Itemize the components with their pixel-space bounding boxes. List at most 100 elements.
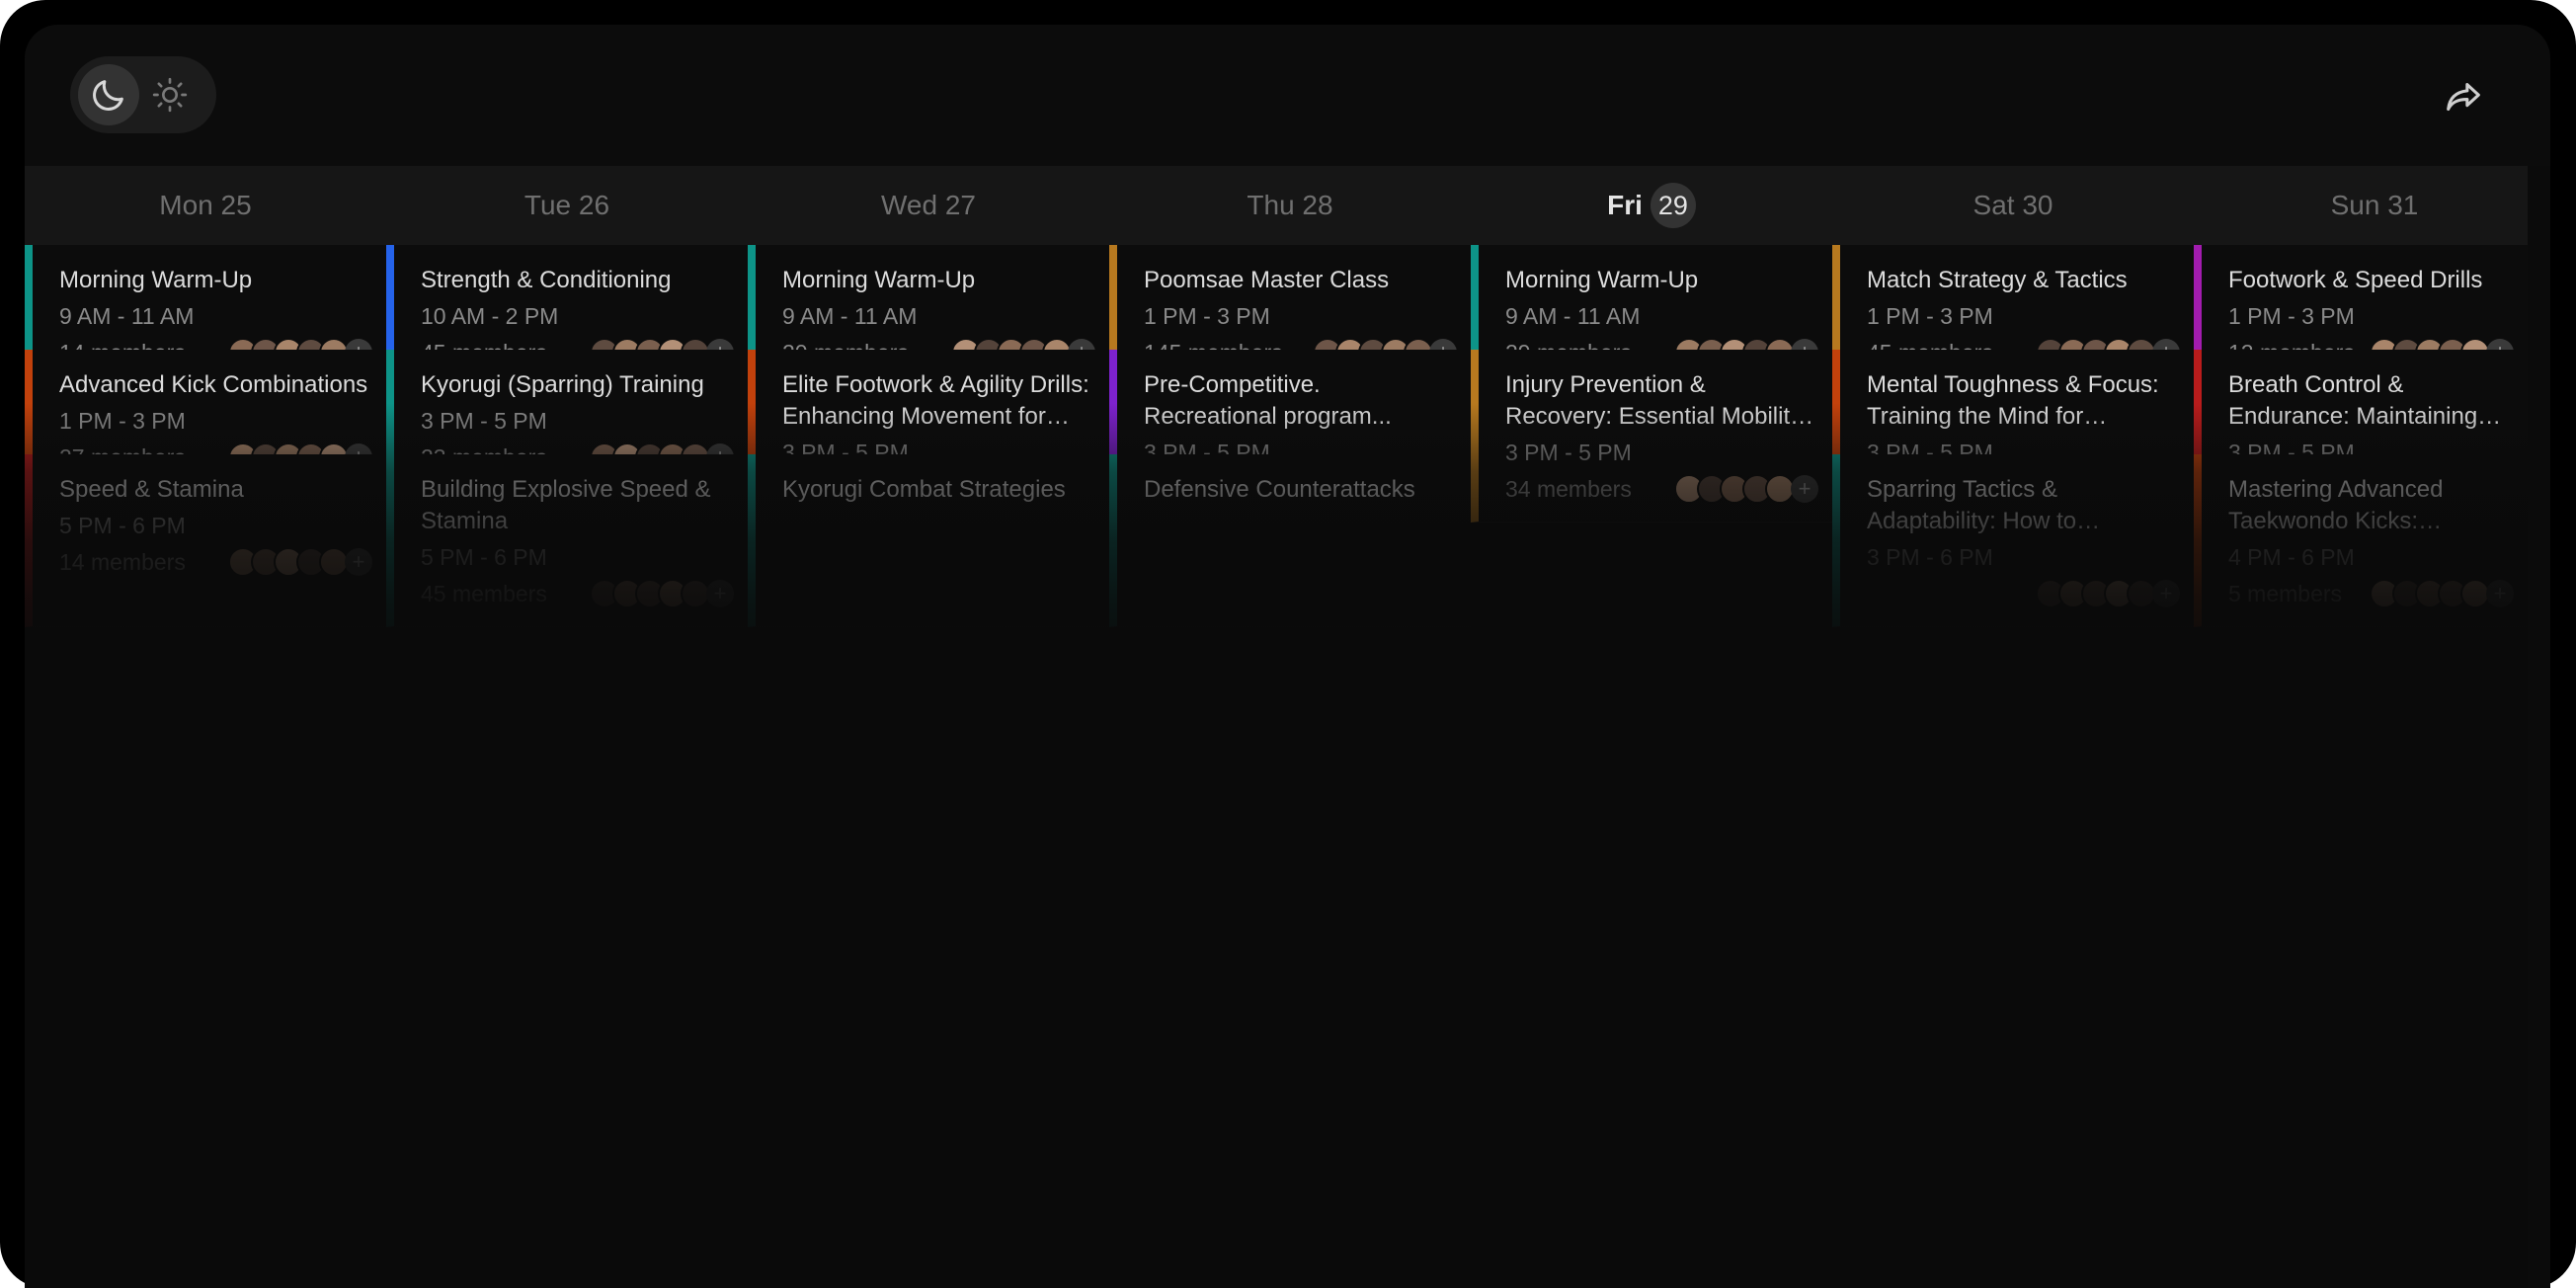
event-title: Pre-Competitive. Recreational program... <box>1144 371 1392 430</box>
scroll-edge <box>2528 166 2550 1288</box>
event-time: 1 PM - 3 PM <box>1144 303 1270 329</box>
day-column-4: Morning Warm-Up9 AM - 11 AM29 members+In… <box>1471 245 1832 1288</box>
event-card[interactable]: Kyorugi Combat Strategies <box>748 454 1109 627</box>
event-title: Kyorugi Combat Strategies <box>782 476 1066 503</box>
event-members-row: + <box>1867 579 2180 608</box>
event-title: Strength & Conditioning <box>421 267 672 293</box>
day-label: Sun 31 <box>2330 190 2419 220</box>
event-card[interactable]: Sparring Tactics & Adaptability: How to … <box>1832 454 2194 627</box>
event-title: Mastering Advanced Taekwondo Kicks: Prec… <box>2228 476 2444 534</box>
event-title: Speed & Stamina <box>59 476 244 503</box>
event-time: 5 PM - 6 PM <box>59 513 186 538</box>
event-time: 4 PM - 6 PM <box>2228 544 2355 570</box>
event-title: Morning Warm-Up <box>59 267 253 293</box>
event-time: 10 AM - 2 PM <box>421 303 559 329</box>
member-avatars[interactable]: + <box>2036 579 2180 608</box>
member-avatars[interactable]: + <box>1674 474 1818 504</box>
day-label: Tue 26 <box>523 190 610 220</box>
event-members-row: 5 members + <box>2228 579 2514 608</box>
add-member-icon[interactable]: + <box>1791 475 1818 503</box>
event-time: 9 AM - 11 AM <box>59 303 195 329</box>
event-members-row <box>1144 514 1457 543</box>
day-label: Thu 28 <box>1247 190 1333 220</box>
member-count: 14 members <box>59 548 186 575</box>
event-title: Mental Toughness & Focus: Training the M… <box>1867 371 2159 430</box>
event-title: Footwork & Speed Drills <box>2228 267 2483 293</box>
event-title: Defensive Counterattacks <box>1144 476 1415 503</box>
day-header-4[interactable]: Fri 29 <box>1471 166 1832 245</box>
event-time: 3 PM - 5 PM <box>1505 440 1632 465</box>
day-label: Fri <box>1607 190 1643 220</box>
day-label: Mon 25 <box>159 190 252 220</box>
share-button[interactable] <box>2438 72 2489 123</box>
event-card[interactable]: Injury Prevention & Recovery: Essential … <box>1471 350 1832 523</box>
member-avatars[interactable]: + <box>2370 579 2514 608</box>
add-member-icon[interactable]: + <box>345 548 372 576</box>
day-header-6[interactable]: Sun 31 <box>2194 166 2550 245</box>
week-grid: Morning Warm-Up 9 AM - 11 AM 14 members + Ad… <box>25 245 2528 1288</box>
light-mode-button[interactable] <box>139 64 201 125</box>
member-count: 5 members <box>2228 580 2343 606</box>
event-title: Injury Prevention & Recovery: Essential … <box>1505 371 1803 430</box>
day-column-6: Footwork & Speed Drills1 PM - 3 PM12 mem… <box>2194 245 2528 1288</box>
event-card[interactable]: Speed & Stamina 5 PM - 6 PM 14 members + <box>25 454 386 627</box>
member-avatars[interactable]: + <box>590 579 734 608</box>
event-title: Match Strategy & Tactics <box>1867 267 2128 293</box>
event-time: 1 PM - 3 PM <box>59 408 186 434</box>
member-avatars[interactable]: + <box>228 547 372 577</box>
share-arrow-icon <box>2447 83 2480 112</box>
event-title: Sparring Tactics & Adaptability: How to … <box>1867 476 2077 534</box>
add-member-icon[interactable]: + <box>706 580 734 607</box>
week-day-header: Mon 25 Tue 26 Wed 27 Thu 28 Fri 29 Sat 30 Sun 3… <box>25 166 2550 245</box>
add-member-icon[interactable]: + <box>2486 580 2514 607</box>
device-frame: Mon 25 Tue 26 Wed 27 Thu 28 Fri 29 Sat 30 Sun 3… <box>0 0 2576 1288</box>
day-column-5: Match Strategy & Tactics1 PM - 3 PM45 me… <box>1832 245 2194 1288</box>
day-header-3[interactable]: Thu 28 <box>1109 166 1471 245</box>
event-members-row <box>59 861 372 891</box>
event-members-row: 34 members + <box>1505 474 1818 504</box>
event-title: Morning Warm-Up <box>782 267 976 293</box>
member-count: 45 members <box>421 580 547 606</box>
day-label: Wed 27 <box>881 190 976 220</box>
event-title: Advanced Kick Combinations <box>59 371 368 398</box>
event-time: 9 AM - 11 AM <box>782 303 918 329</box>
day-header-5[interactable]: Sat 30 <box>1832 166 2194 245</box>
moon-icon <box>93 80 123 111</box>
add-member-icon[interactable]: + <box>2152 580 2180 607</box>
event-card[interactable]: Defensive Counterattacks <box>1109 454 1471 627</box>
day-column-2: Morning Warm-Up9 AM - 11 AM20 members+El… <box>748 245 1109 1288</box>
day-column-1: Strength & Conditioning 10 AM - 2 PM 45 me… <box>386 245 748 1288</box>
sun-icon <box>152 77 188 113</box>
day-header-2[interactable]: Wed 27 <box>748 166 1109 245</box>
calendar-screen: Mon 25 Tue 26 Wed 27 Thu 28 Fri 29 Sat 30 Sun 3… <box>25 25 2550 1288</box>
dark-mode-button[interactable] <box>78 64 139 125</box>
event-title: Kyorugi (Sparring) Training <box>421 371 704 398</box>
day-column-0: Morning Warm-Up 9 AM - 11 AM 14 members + Ad… <box>25 245 386 1288</box>
event-title: Morning Warm-Up <box>1505 267 1699 293</box>
event-time: 1 PM - 3 PM <box>1867 303 1993 329</box>
event-time: 3 PM - 5 PM <box>421 408 547 434</box>
member-count: 34 members <box>1505 475 1632 502</box>
event-title: Kyorugi <box>59 824 140 850</box>
today-date-badge: 29 <box>1650 183 1696 228</box>
event-members-row: 45 members + <box>421 579 734 608</box>
event-title: Building Explosive Speed & Stamina <box>421 476 711 534</box>
event-time: 5 PM - 6 PM <box>421 544 547 570</box>
theme-toggle[interactable] <box>70 56 216 133</box>
event-time: 1 PM - 3 PM <box>2228 303 2355 329</box>
top-bar <box>25 25 2550 166</box>
event-card[interactable]: Mastering Advanced Taekwondo Kicks: Prec… <box>2194 454 2528 627</box>
day-label: Sat 30 <box>1972 190 2053 220</box>
day-header-1[interactable]: Tue 26 <box>386 166 748 245</box>
event-time: 9 AM - 11 AM <box>1505 303 1641 329</box>
day-header-0[interactable]: Mon 25 <box>25 166 386 245</box>
event-members-row <box>782 514 1095 543</box>
event-title: Breath Control & Endurance: Maintaining … <box>2228 371 2478 430</box>
event-members-row: 14 members + <box>59 547 372 577</box>
event-title: Poomsae Master Class <box>1144 267 1390 293</box>
day-column-3: Poomsae Master Class1 PM - 3 PM145 membe… <box>1109 245 1471 1288</box>
event-time: 3 PM - 6 PM <box>1867 544 1993 570</box>
event-card[interactable]: Building Explosive Speed & Stamina 5 PM -… <box>386 454 748 627</box>
event-card[interactable]: Kyorugi <box>25 802 386 975</box>
event-title: Elite Footwork & Agility Drills: Enhanci… <box>782 371 1089 430</box>
